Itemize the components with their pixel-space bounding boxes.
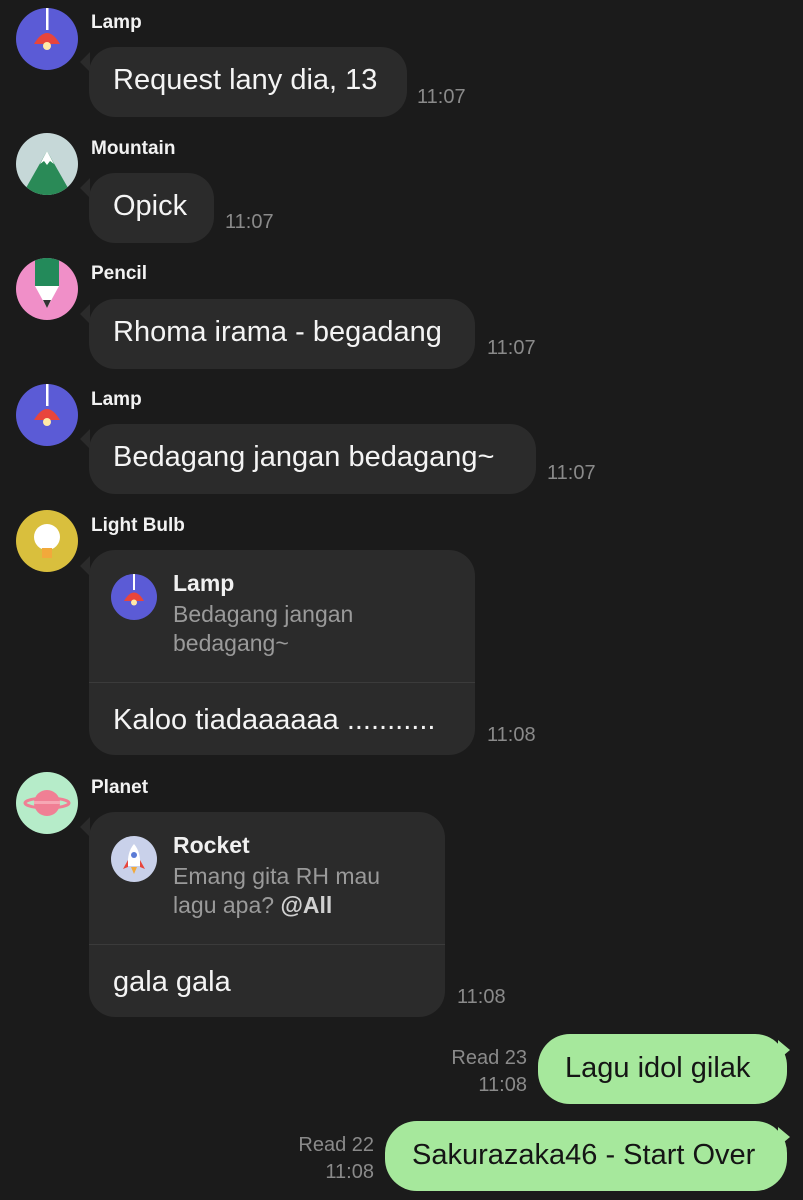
message-bubble[interactable]: Bedagang jangan bedagang~ [89,424,536,494]
my-message-bubble[interactable]: Lagu idol gilak [538,1034,787,1104]
planet-icon [16,772,78,834]
sender-name: Lamp [91,389,142,410]
message-text: Sakurazaka46 - Start Over [412,1139,756,1171]
read-receipt: Read 22 11:08 [298,1134,374,1183]
message-text: Kaloo tiadaaaaaa ........... [113,704,436,736]
lamp-icon [16,384,78,446]
mention-all: @All [280,892,333,918]
reply-divider [89,682,475,683]
avatar-mountain[interactable] [16,133,78,195]
message-time: 11:08 [457,986,506,1008]
sender-name: Mountain [91,138,176,159]
message-text: gala gala [113,966,231,998]
sender-name: Light Bulb [91,515,185,536]
message-bubble[interactable]: Request lany dia, 13 [89,47,407,117]
message-text: Rhoma irama - begadang [113,316,442,348]
avatar-lamp[interactable] [16,8,78,70]
bubble-tail [778,1127,790,1147]
message-bubble[interactable]: Rhoma irama - begadang [89,299,475,369]
message-text: Request lany dia, 13 [113,64,378,96]
avatar-planet[interactable] [16,772,78,834]
lamp-icon [16,8,78,70]
avatar-light-bulb[interactable] [16,510,78,572]
pencil-icon [16,258,78,320]
quoted-avatar [111,836,157,882]
sender-name: Lamp [91,12,142,33]
message-text: Bedagang jangan bedagang~ [113,441,495,473]
my-message-bubble[interactable]: Sakurazaka46 - Start Over [385,1121,787,1191]
quoted-avatar [111,574,157,620]
quoted-sender: Lamp [173,570,235,596]
message-time: 11:07 [417,86,466,108]
message-time: 11:08 [487,724,536,746]
message-time: 11:07 [547,462,596,484]
quoted-sender: Rocket [173,832,250,858]
mountain-icon [16,133,78,195]
sender-name: Pencil [91,263,147,284]
reply-divider [89,944,445,945]
message-text: Lagu idol gilak [565,1052,751,1084]
lamp-icon [111,574,157,620]
bubble-tail [778,1040,790,1060]
message-text: Opick [113,190,188,222]
quoted-text: Emang gita RH mau lagu apa? @All [173,863,381,918]
rocket-icon [111,836,157,882]
quoted-text: Bedagang jangan bedagang~ [173,601,354,656]
message-time: 11:07 [487,337,536,359]
reply-message-bubble[interactable]: Lamp Bedagang jangan bedagang~ Kaloo tia… [89,550,475,755]
message-time: 11:07 [225,211,274,233]
message-bubble[interactable]: Opick [89,173,214,243]
reply-message-bubble[interactable]: Rocket Emang gita RH mau lagu apa? @All … [89,812,445,1017]
avatar-pencil[interactable] [16,258,78,320]
avatar-lamp[interactable] [16,384,78,446]
read-receipt: Read 23 11:08 [451,1047,527,1096]
light-bulb-icon [16,510,78,572]
sender-name: Planet [91,777,149,798]
